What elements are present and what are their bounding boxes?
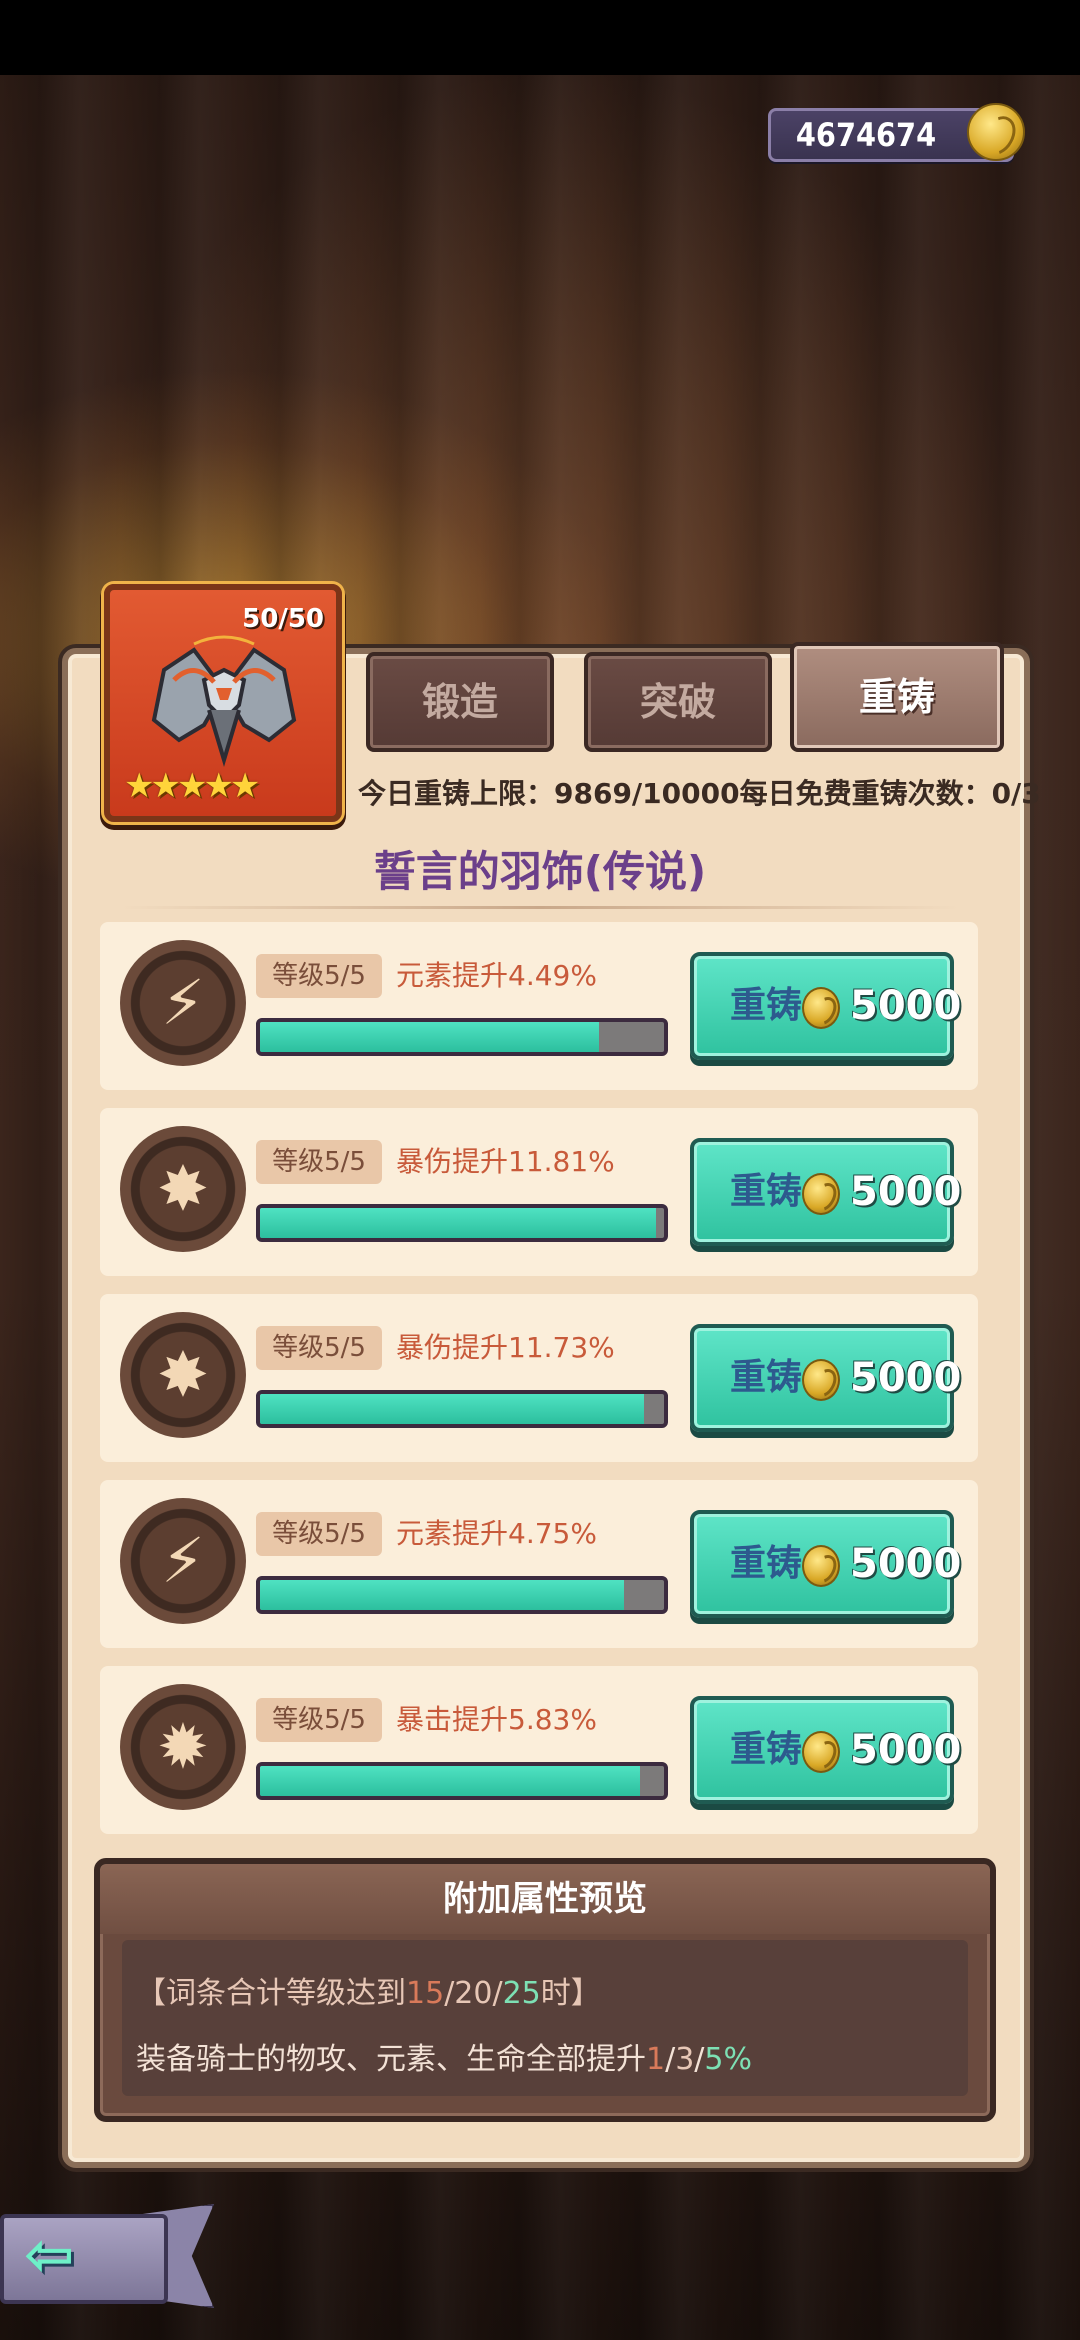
affix-stat-text: 暴击提升5.83%: [396, 1703, 597, 1736]
crit-rate-icon: ✹: [157, 1710, 209, 1783]
affix-row: ⚡ 等级5/5 元素提升4.49% 重铸 5000: [100, 922, 978, 1090]
affix-progress-bar: [256, 1576, 668, 1614]
reforge-button[interactable]: 重铸 5000: [690, 1138, 961, 1246]
reforge-cost: 5000: [850, 1727, 962, 1773]
daily-reforge-limit: 今日重铸上限：9869/10000每日免费重铸次数：0/3: [358, 777, 1041, 810]
reforge-button-label: 重铸: [730, 1729, 803, 1770]
affix-progress-bar: [256, 1762, 668, 1800]
reforge-button-label: 重铸: [730, 1357, 803, 1398]
gold-coin-icon: [802, 1731, 840, 1773]
affix-progress-bar: [256, 1204, 668, 1242]
reforge-button-label: 重铸: [730, 985, 803, 1026]
bonus-value-3: 5%: [704, 2042, 752, 2077]
bonus-condition-suffix: 时】: [540, 1976, 601, 2011]
rarity-stars: ★★★★★: [124, 766, 260, 806]
lightning-icon: ⚡: [161, 1524, 205, 1597]
reforge-button[interactable]: 重铸 5000: [690, 1696, 961, 1804]
gold-coin-icon: [802, 1173, 840, 1215]
affix-level-badge: 等级5/5: [256, 1512, 382, 1556]
affix-progress-fill: [260, 1022, 600, 1052]
affix-row: ✸ 等级5/5 暴伤提升11.81% 重铸 5000: [100, 1108, 978, 1276]
bonus-value-2: 3: [675, 2042, 695, 2077]
affix-row: ✸ 等级5/5 暴伤提升11.73% 重铸 5000: [100, 1294, 978, 1462]
affix-row: ⚡ 等级5/5 元素提升4.75% 重铸 5000: [100, 1480, 978, 1648]
feather-ornament-icon: [151, 635, 297, 767]
reforge-button[interactable]: 重铸 5000: [690, 1510, 961, 1618]
gold-coin-icon: [802, 1359, 840, 1401]
affix-level-badge: 等级5/5: [256, 1326, 382, 1370]
bonus-preview-box: 附加属性预览 【词条合计等级达到15/20/25时】 装备骑士的物攻、元素、生命…: [94, 1858, 996, 2122]
bonus-preview-body: 【词条合计等级达到15/20/25时】 装备骑士的物攻、元素、生命全部提升1/3…: [122, 1940, 968, 2096]
affix-gear-frame: ⚡: [116, 936, 250, 1070]
bonus-threshold-3: 25: [502, 1976, 541, 2011]
affix-level-badge: 等级5/5: [256, 954, 382, 998]
affix-progress-fill: [260, 1394, 644, 1424]
gold-coin-icon: [802, 1545, 840, 1587]
affix-progress-fill: [260, 1580, 624, 1610]
affix-progress-bar: [256, 1390, 668, 1428]
crit-damage-icon: ✸: [157, 1152, 209, 1225]
gold-coin-icon: [802, 987, 840, 1029]
gold-coin-icon: [967, 103, 1025, 161]
reforge-button-label: 重铸: [730, 1171, 803, 1212]
affix-gear-frame: ✹: [116, 1680, 250, 1814]
affix-gear-frame: ⚡: [116, 1494, 250, 1628]
affix-stat-text: 暴伤提升11.73%: [396, 1331, 615, 1364]
status-bar: [0, 0, 1080, 75]
bonus-preview-title: 附加属性预览: [100, 1864, 990, 1934]
reforge-button[interactable]: 重铸 5000: [690, 1324, 961, 1432]
bonus-effect-prefix: 装备骑士的物攻、元素、生命全部提升: [136, 2042, 646, 2077]
bonus-threshold-1: 15: [406, 1976, 445, 2011]
gold-currency-display: 4674674: [768, 103, 1025, 162]
gold-amount: 4674674: [795, 116, 937, 154]
tab-reforge[interactable]: 重铸: [790, 642, 1004, 752]
affix-progress-fill: [260, 1766, 640, 1796]
bonus-condition-text: 【词条合计等级达到15/20/25时】: [136, 1976, 601, 2011]
affix-gear-frame: ✸: [116, 1308, 250, 1442]
reforge-cost: 5000: [850, 1355, 962, 1401]
affix-row: ✹ 等级5/5 暴击提升5.83% 重铸 5000: [100, 1666, 978, 1834]
affix-progress-bar: [256, 1018, 668, 1056]
reforge-button[interactable]: 重铸 5000: [690, 952, 961, 1060]
bonus-value-1: 1: [646, 2042, 666, 2077]
back-button[interactable]: ⇦: [0, 2194, 220, 2314]
tab-breakthrough[interactable]: 突破: [584, 652, 772, 752]
bonus-effect-text: 装备骑士的物攻、元素、生命全部提升1/3/5%: [136, 2042, 752, 2077]
title-divider: [120, 906, 960, 909]
reforge-cost: 5000: [850, 983, 962, 1029]
item-name-title: 誓言的羽饰(传说): [373, 847, 707, 896]
back-arrow-icon: ⇦: [24, 2220, 75, 2290]
equipment-card[interactable]: 50/50 ★★★★★: [104, 584, 342, 822]
affix-stat-text: 元素提升4.75%: [396, 1517, 597, 1550]
bonus-condition-prefix: 【词条合计等级达到: [136, 1976, 406, 2011]
affix-gear-frame: ✸: [116, 1122, 250, 1256]
affix-progress-fill: [260, 1208, 656, 1238]
affix-level-badge: 等级5/5: [256, 1140, 382, 1184]
bonus-threshold-2: 20: [454, 1976, 493, 2011]
crit-damage-icon: ✸: [157, 1338, 209, 1411]
affix-stat-text: 元素提升4.49%: [396, 959, 597, 992]
affix-level-badge: 等级5/5: [256, 1698, 382, 1742]
affix-stat-text: 暴伤提升11.81%: [396, 1145, 615, 1178]
lightning-icon: ⚡: [161, 966, 205, 1039]
reforge-cost: 5000: [850, 1541, 962, 1587]
tab-forge[interactable]: 锻造: [366, 652, 554, 752]
reforge-button-label: 重铸: [730, 1543, 803, 1584]
reforge-cost: 5000: [850, 1169, 962, 1215]
